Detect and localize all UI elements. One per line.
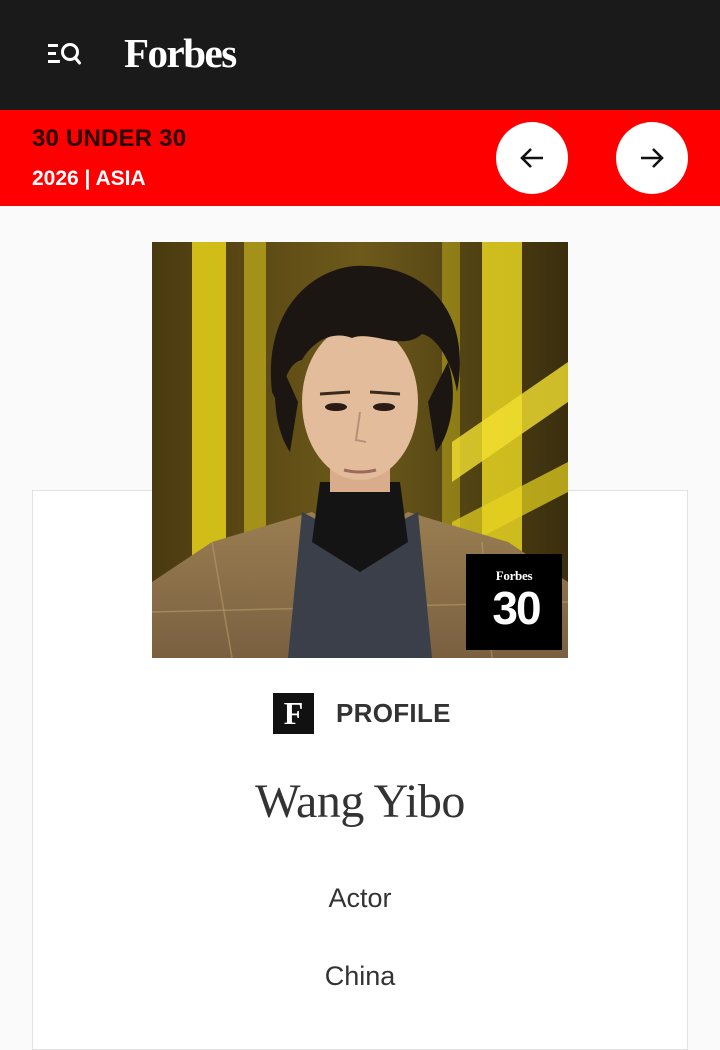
profile-label-row: F PROFILE xyxy=(273,692,451,734)
forbes-30-badge: Forbes 30 xyxy=(466,554,562,650)
next-profile-button[interactable] xyxy=(616,122,688,194)
profile-category: Actor xyxy=(328,883,392,913)
top-nav-bar: Forbes xyxy=(0,0,720,110)
list-title[interactable]: 30 UNDER 30 xyxy=(32,124,186,154)
arrow-left-icon xyxy=(520,148,543,168)
forbes-logo[interactable]: Forbes xyxy=(124,28,237,78)
profile-label: PROFILE xyxy=(336,697,451,728)
previous-profile-button[interactable] xyxy=(496,122,568,194)
forbes-f-icon: F xyxy=(273,692,314,734)
arrow-right-icon xyxy=(641,148,664,168)
menu-search-icon[interactable] xyxy=(46,38,82,70)
list-edition: 2026 | ASIA xyxy=(32,167,146,190)
badge-number: 30 xyxy=(492,582,541,634)
profile-name: Wang Yibo xyxy=(255,775,465,828)
profile-country: China xyxy=(324,961,396,991)
